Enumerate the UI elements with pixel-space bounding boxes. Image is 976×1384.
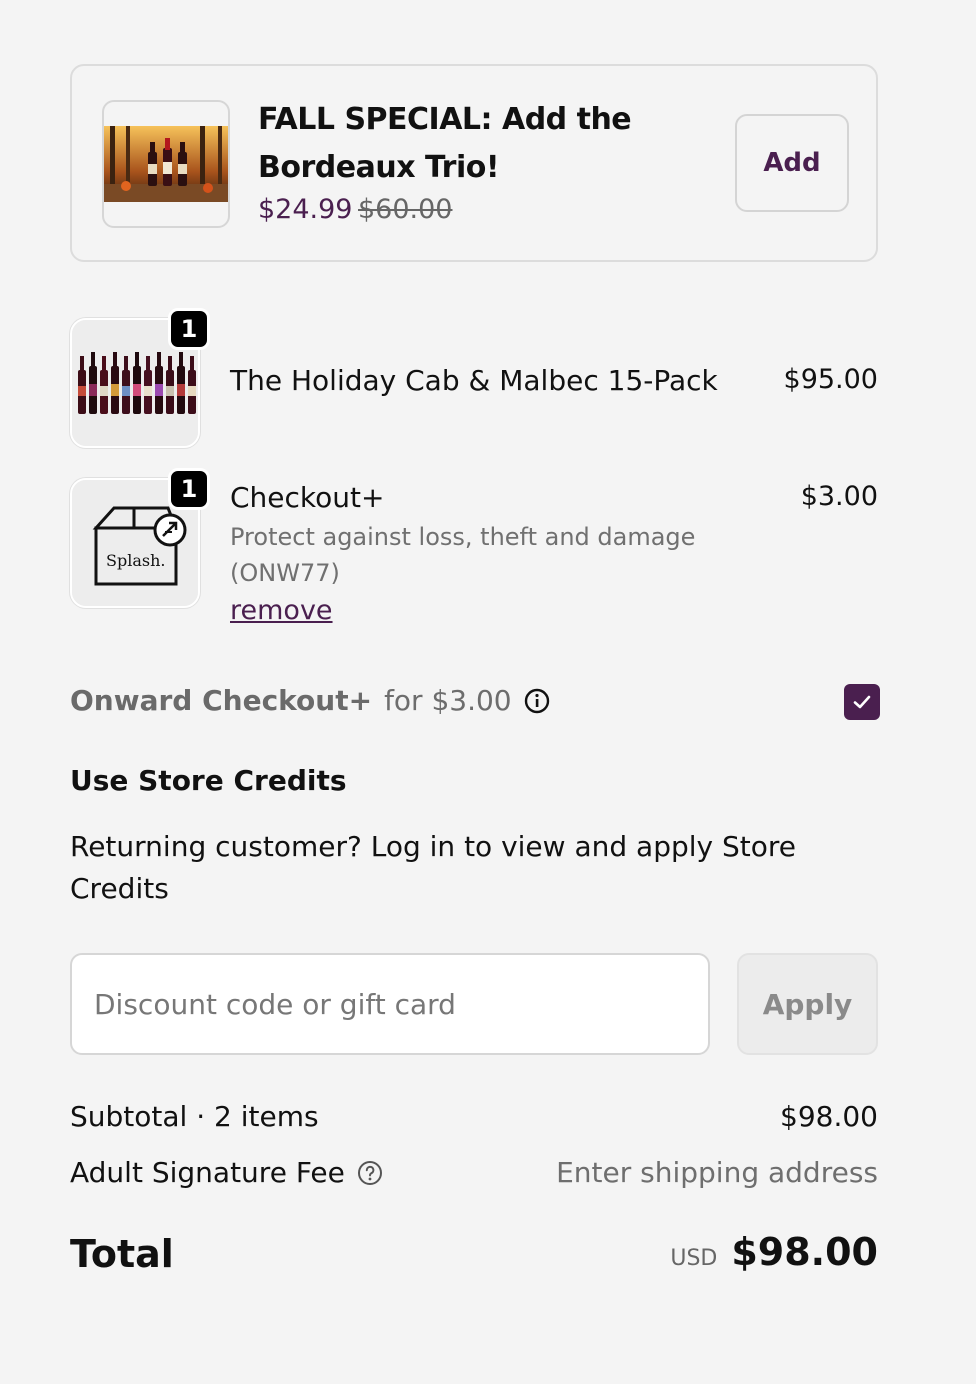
- splash-logo-text: Splash.: [106, 551, 165, 570]
- discount-code-input[interactable]: [70, 953, 710, 1055]
- upsell-title: FALL SPECIAL: Add the Bordeaux Trio!: [258, 102, 632, 185]
- upsell-card: FALL SPECIAL: Add the Bordeaux Trio! $24…: [70, 64, 878, 262]
- item-price: $95.00: [783, 364, 878, 395]
- apply-button[interactable]: Apply: [737, 953, 878, 1055]
- total-amount: $98.00: [731, 1230, 878, 1274]
- upsell-compare-price: $60.00: [358, 194, 453, 225]
- adult-signature-fee-label: Adult Signature Fee: [70, 1156, 345, 1189]
- quantity-badge: 1: [168, 468, 210, 510]
- subtotal-value: $98.00: [780, 1100, 878, 1133]
- onward-checkbox[interactable]: [844, 684, 880, 720]
- item-name: Checkout+: [230, 481, 385, 514]
- remove-link[interactable]: remove: [230, 595, 333, 626]
- info-icon[interactable]: [524, 688, 550, 714]
- item-name: The Holiday Cab & Malbec 15-Pack: [230, 364, 718, 397]
- onward-checkout-row: Onward Checkout+ for $3.00: [70, 684, 550, 717]
- checkmark-icon: [853, 695, 871, 709]
- subtotal-label: Subtotal · 2 items: [70, 1100, 319, 1133]
- item-price: $3.00: [800, 481, 878, 512]
- store-credits-login-text[interactable]: Returning customer? Log in to view and a…: [70, 826, 830, 910]
- adult-signature-fee-row: Adult Signature Fee: [70, 1156, 383, 1189]
- onward-price-text: for $3.00: [384, 684, 512, 717]
- adult-signature-fee-value: Enter shipping address: [556, 1156, 878, 1189]
- upsell-sale-price: $24.99: [258, 194, 353, 225]
- help-icon[interactable]: [357, 1160, 383, 1186]
- total-value: USD $98.00: [670, 1230, 878, 1274]
- total-label: Total: [70, 1232, 174, 1276]
- item-description: Protect against loss, theft and damage (…: [230, 523, 696, 587]
- add-upsell-button[interactable]: Add: [735, 114, 849, 212]
- currency-code: USD: [670, 1246, 718, 1271]
- onward-brand: Onward Checkout+: [70, 684, 373, 717]
- quantity-badge: 1: [168, 308, 210, 350]
- store-credits-title: Use Store Credits: [70, 764, 347, 797]
- bordeaux-trio-image: [102, 100, 230, 228]
